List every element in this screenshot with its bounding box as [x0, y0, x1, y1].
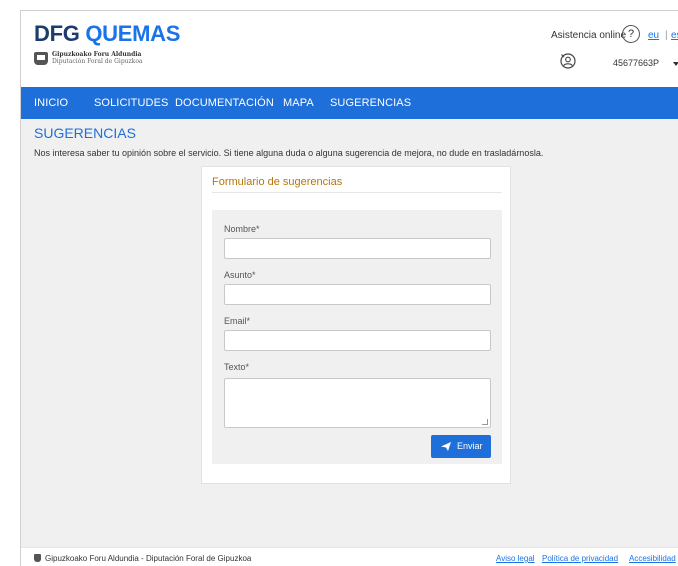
legal-notice-link[interactable]: Aviso legal: [496, 554, 535, 563]
app-logo[interactable]: DFG QUEMAS: [34, 21, 180, 47]
nav-item-mapa[interactable]: MAPA: [283, 97, 314, 109]
suggestion-form: Nombre* Asunto* Email* Texto* Enviar: [212, 210, 502, 464]
help-icon[interactable]: ?: [622, 25, 640, 43]
lang-separator: |: [665, 30, 668, 41]
send-icon: [441, 442, 451, 451]
send-button[interactable]: Enviar: [431, 435, 491, 458]
org-name-spanish: Diputación Foral de Gipuzkoa: [52, 58, 143, 65]
main-nav: INICIO SOLICITUDES DOCUMENTACIÓN MAPA SU…: [21, 87, 678, 119]
nav-item-sugerencias[interactable]: SUGERENCIAS: [330, 97, 411, 109]
privacy-policy-link[interactable]: Política de privacidad: [542, 554, 618, 563]
text-label: Texto*: [224, 362, 250, 372]
subject-label: Asunto*: [224, 270, 256, 280]
brand-quemas: QUEMAS: [85, 21, 181, 46]
org-name: Gipuzkoako Foru Aldundia Diputación Fora…: [52, 51, 143, 65]
suggestion-form-card: Formulario de sugerencias Nombre* Asunto…: [201, 166, 511, 484]
divider: [212, 192, 502, 193]
accessibility-link[interactable]: Accesibilidad: [629, 554, 676, 563]
header: DFG QUEMAS Gipuzkoako Foru Aldundia Dipu…: [21, 11, 678, 87]
name-label: Nombre*: [224, 224, 260, 234]
nav-item-solicitudes[interactable]: SOLICITUDES: [94, 97, 168, 109]
text-textarea[interactable]: [224, 378, 491, 428]
email-input[interactable]: [224, 330, 491, 351]
user-icon[interactable]: [560, 53, 576, 69]
brand-dfg: DFG: [34, 21, 80, 46]
lang-es-link[interactable]: es: [671, 30, 678, 41]
org-name-basque: Gipuzkoako Foru Aldundia: [52, 51, 142, 58]
nav-item-inicio[interactable]: INICIO: [34, 97, 68, 109]
email-label: Email*: [224, 316, 251, 326]
footer: Gipuzkoako Foru Aldundia - Diputación Fo…: [21, 547, 678, 566]
name-input[interactable]: [224, 238, 491, 259]
emblem-icon: [34, 554, 41, 562]
subject-input[interactable]: [224, 284, 491, 305]
nav-item-documentacion[interactable]: DOCUMENTACIÓN: [175, 97, 274, 109]
form-title: Formulario de sugerencias: [212, 176, 343, 188]
send-button-label: Enviar: [457, 441, 483, 451]
lang-eu-link[interactable]: eu: [648, 30, 659, 41]
emblem-icon: [34, 52, 48, 65]
page-title: SUGERENCIAS: [34, 125, 136, 141]
caret-down-icon[interactable]: [673, 62, 678, 66]
online-assistance-link[interactable]: Asistencia online: [551, 30, 626, 41]
intro-text: Nos interesa saber tu opinión sobre el s…: [34, 148, 544, 158]
footer-org: Gipuzkoako Foru Aldundia - Diputación Fo…: [45, 554, 252, 563]
user-id[interactable]: 45677663P: [613, 58, 659, 68]
app-frame: DFG QUEMAS Gipuzkoako Foru Aldundia Dipu…: [20, 10, 678, 566]
